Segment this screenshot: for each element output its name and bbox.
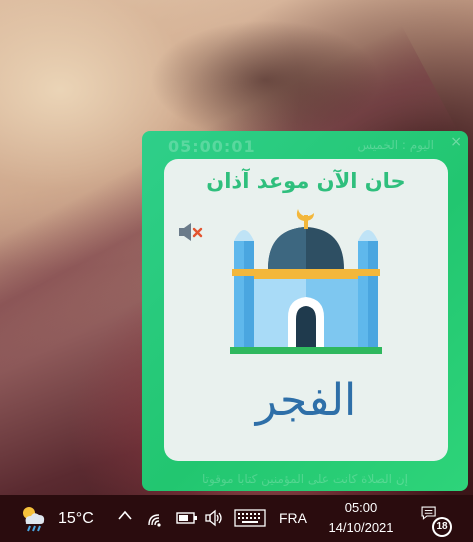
wifi-icon[interactable] [146, 508, 166, 528]
day-label: اليوم : الخميس [357, 138, 434, 152]
mosque-icon [230, 209, 382, 354]
action-center-button[interactable]: 18 [420, 505, 452, 537]
clock-date: 14/10/2021 [328, 520, 394, 535]
volume-icon[interactable] [204, 508, 224, 528]
touch-keyboard-icon[interactable] [234, 509, 266, 527]
temperature-label[interactable]: 15°C [58, 510, 94, 528]
footer-verse: إن الصلاة كانت على المؤمنين كتابا موقوتا [202, 472, 408, 486]
notification-count: 18 [434, 519, 450, 535]
speaker-muted-icon[interactable] [178, 221, 204, 243]
input-language[interactable]: FRA [279, 510, 307, 526]
clock-time: 05:00 [344, 500, 378, 515]
cloud-rain-sun-icon[interactable] [18, 503, 48, 533]
close-icon[interactable]: × [450, 135, 462, 149]
notification-count-badge: 18 [432, 517, 452, 537]
adhan-headline: حان الآن موعد آذان [206, 169, 406, 193]
countdown-timer: 05:00:01 [168, 137, 256, 156]
adhan-notification[interactable]: 05:00:01 اليوم : الخميس × حان الآن موعد … [142, 131, 468, 491]
show-hidden-icons-chevron-icon[interactable] [116, 507, 134, 525]
notification-card: حان الآن موعد آذان الفجر [164, 159, 448, 461]
wallpaper-glow [150, 20, 380, 140]
prayer-name: الفجر [255, 375, 357, 426]
battery-icon[interactable] [176, 511, 198, 525]
clock[interactable]: 05:00 14/10/2021 [316, 498, 406, 538]
taskbar: 15°C FRA 05:00 14/10/2021 18 [0, 495, 473, 542]
